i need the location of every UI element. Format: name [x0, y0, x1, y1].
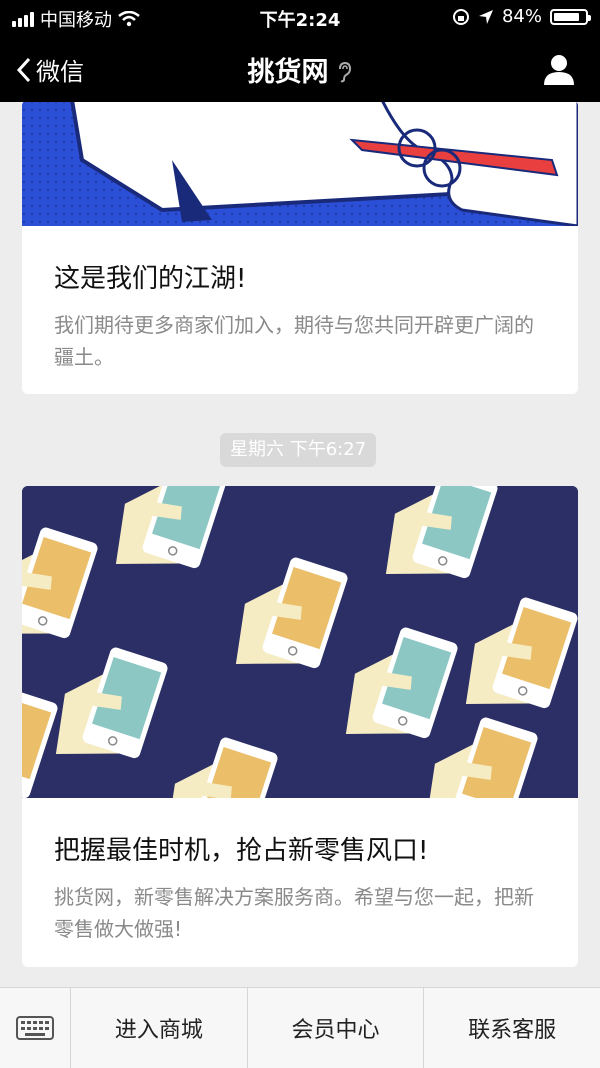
- battery-percent: 84%: [501, 6, 542, 27]
- article-card[interactable]: 这是我们的江湖! 我们期待更多商家们加入，期待与您共同开辟更广阔的疆土。: [22, 102, 578, 394]
- article-cover-image: [22, 486, 578, 798]
- title-text: 挑货网: [247, 57, 329, 88]
- article-cover-image: [22, 102, 578, 226]
- page-title: 挑货网: [0, 50, 600, 89]
- chat-timestamp: 星期六 下午6:27: [220, 433, 377, 467]
- article-title: 把握最佳时机，抢占新零售风口!: [54, 836, 429, 866]
- bottom-menu-bar: 进入商城 会员中心 联系客服: [0, 987, 600, 1068]
- article-description: 我们期待更多商家们加入，期待与您共同开辟更广阔的疆土。: [54, 313, 534, 369]
- article-card-body: 这是我们的江湖! 我们期待更多商家们加入，期待与您共同开辟更广阔的疆土。: [22, 226, 578, 373]
- status-bar: 中国移动 下午2:24 84%: [0, 0, 600, 34]
- location-icon: [478, 9, 493, 24]
- article-card[interactable]: 把握最佳时机，抢占新零售风口! 挑货网，新零售解决方案服务商。希望与您一起，把新…: [22, 486, 578, 967]
- ear-icon: [338, 61, 351, 83]
- status-right: 84%: [452, 6, 591, 27]
- article-title: 这是我们的江湖!: [54, 264, 247, 294]
- battery-icon: [550, 8, 591, 25]
- chat-area[interactable]: 这是我们的江湖! 我们期待更多商家们加入，期待与您共同开辟更广阔的疆土。 星期六…: [0, 102, 600, 987]
- article-card-body: 把握最佳时机，抢占新零售风口! 挑货网，新零售解决方案服务商。希望与您一起，把新…: [22, 798, 578, 945]
- article-description: 挑货网，新零售解决方案服务商。希望与您一起，把新零售做大做强!: [54, 885, 534, 941]
- rotation-lock-icon: [452, 8, 469, 25]
- keyboard-toggle-button[interactable]: [0, 988, 71, 1068]
- nav-bar: 微信 挑货网: [0, 34, 600, 102]
- keyboard-icon: [16, 1016, 54, 1040]
- profile-icon[interactable]: [542, 52, 576, 86]
- menu-item-customer-service[interactable]: 联系客服: [424, 988, 600, 1068]
- menu-item-member-center[interactable]: 会员中心: [248, 988, 425, 1068]
- menu-item-shop[interactable]: 进入商城: [71, 988, 248, 1068]
